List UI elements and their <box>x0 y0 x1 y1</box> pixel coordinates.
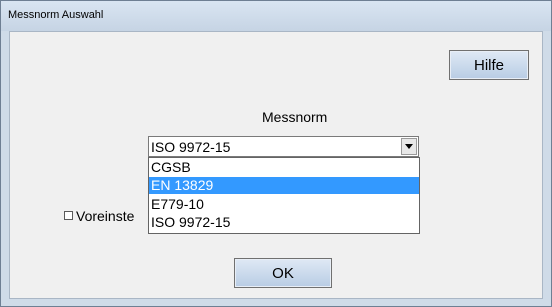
dialog-window: Messnorm Auswahl Hilfe Messnorm ISO 9972… <box>0 0 552 307</box>
messnorm-selected-value: ISO 9972-15 <box>151 139 231 155</box>
chevron-down-icon <box>405 144 413 149</box>
window-title: Messnorm Auswahl <box>8 9 104 21</box>
dropdown-arrow-button[interactable] <box>401 138 417 155</box>
help-button[interactable]: Hilfe <box>449 50 529 80</box>
dropdown-option-e779-10[interactable]: E779-10 <box>149 196 419 213</box>
dropdown-option-en-13829[interactable]: EN 13829 <box>149 177 419 194</box>
dropdown-option-iso-9972-15[interactable]: ISO 9972-15 <box>149 214 419 231</box>
messnorm-label: Messnorm <box>262 109 328 125</box>
preset-checkbox-label: Voreinste <box>76 208 135 224</box>
title-bar[interactable]: Messnorm Auswahl <box>1 1 551 31</box>
messnorm-select[interactable]: ISO 9972-15 <box>148 136 419 157</box>
dropdown-option-cgsb[interactable]: CGSB <box>149 159 419 176</box>
ok-button[interactable]: OK <box>234 258 332 288</box>
messnorm-dropdown-list: CGSB EN 13829 E779-10 ISO 9972-15 <box>148 157 420 234</box>
preset-checkbox[interactable] <box>64 211 73 220</box>
